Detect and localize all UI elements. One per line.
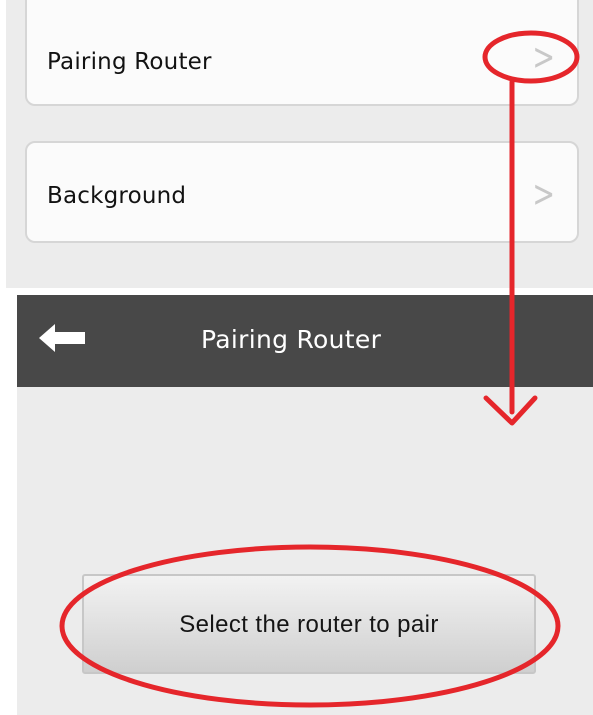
pairing-content-area: Select the router to pair xyxy=(17,387,593,715)
top-app-bar: Pairing Router xyxy=(17,295,593,387)
select-router-button[interactable]: Select the router to pair xyxy=(82,574,536,674)
page-title: Pairing Router xyxy=(201,325,382,354)
chevron-right-icon: > xyxy=(532,172,555,217)
chevron-right-icon: > xyxy=(532,35,555,80)
menu-item-label-background: Background xyxy=(47,183,187,209)
settings-panel: Pairing Router > Background > xyxy=(6,0,593,288)
back-arrow-icon[interactable] xyxy=(39,324,85,352)
menu-item-pairing-router[interactable]: Pairing Router > xyxy=(25,0,579,106)
menu-item-background[interactable]: Background > xyxy=(25,141,579,243)
menu-item-label-pairing-router: Pairing Router xyxy=(47,49,212,75)
